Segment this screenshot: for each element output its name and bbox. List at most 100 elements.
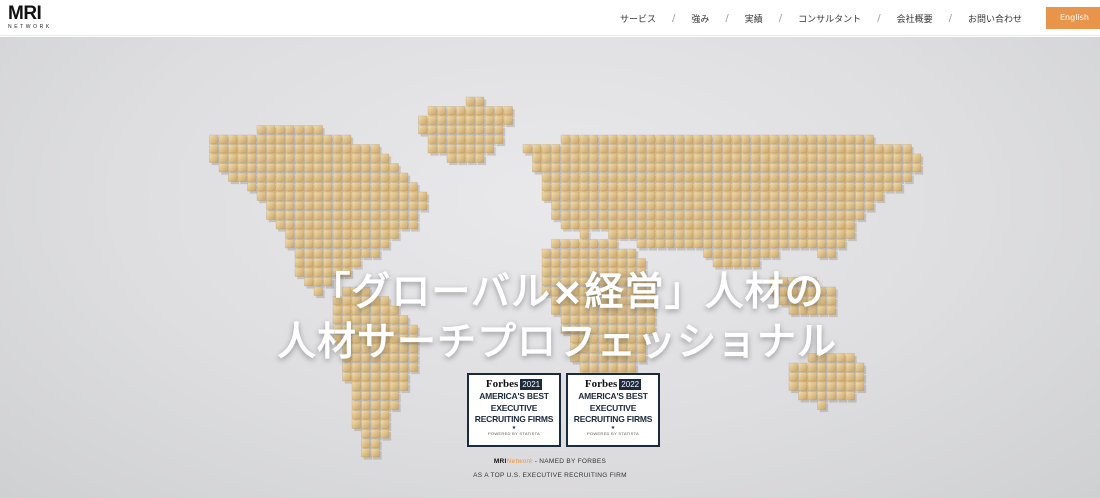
map-tile bbox=[456, 134, 466, 144]
map-tile bbox=[285, 239, 295, 249]
map-tile bbox=[750, 201, 760, 211]
map-tile bbox=[380, 182, 390, 192]
map-tile bbox=[418, 125, 428, 135]
map-tile bbox=[769, 144, 779, 154]
nav-item-services[interactable]: サービス bbox=[620, 12, 656, 25]
map-tile bbox=[741, 144, 751, 154]
map-tile bbox=[712, 201, 722, 211]
map-tile bbox=[722, 229, 732, 239]
map-tile bbox=[332, 220, 342, 230]
map-tile bbox=[817, 229, 827, 239]
map-tile bbox=[589, 239, 599, 249]
map-tile bbox=[646, 201, 656, 211]
map-tile bbox=[399, 191, 409, 201]
map-tile bbox=[703, 144, 713, 154]
map-tile bbox=[826, 210, 836, 220]
map-tile bbox=[627, 201, 637, 211]
map-tile bbox=[788, 372, 798, 382]
map-tile bbox=[836, 134, 846, 144]
map-tile bbox=[370, 163, 380, 173]
map-tile bbox=[798, 210, 808, 220]
map-tile bbox=[836, 229, 846, 239]
nav-item-consultants[interactable]: コンサルタント bbox=[798, 12, 861, 25]
map-tile bbox=[608, 144, 618, 154]
map-tile bbox=[807, 210, 817, 220]
nav-item-contact[interactable]: お問い合わせ bbox=[968, 12, 1022, 25]
map-tile bbox=[617, 134, 627, 144]
map-tile bbox=[817, 163, 827, 173]
english-language-button[interactable]: English bbox=[1046, 7, 1100, 29]
map-tile bbox=[456, 144, 466, 154]
map-tile bbox=[731, 210, 741, 220]
map-tile bbox=[389, 172, 399, 182]
map-tile bbox=[817, 191, 827, 201]
nav-item-company[interactable]: 会社概要 bbox=[897, 12, 933, 25]
map-tile bbox=[712, 163, 722, 173]
map-tile bbox=[579, 201, 589, 211]
map-tile bbox=[294, 134, 304, 144]
map-tile bbox=[760, 220, 770, 230]
map-tile bbox=[712, 248, 722, 258]
map-tile bbox=[266, 134, 276, 144]
map-tile bbox=[342, 163, 352, 173]
map-tile bbox=[646, 134, 656, 144]
map-tile bbox=[275, 210, 285, 220]
map-tile bbox=[370, 448, 380, 458]
map-tile bbox=[684, 191, 694, 201]
map-tile bbox=[655, 163, 665, 173]
map-tile bbox=[731, 229, 741, 239]
mri-network-logo[interactable]: MRI NETWORK bbox=[8, 4, 68, 32]
map-tile bbox=[342, 372, 352, 382]
map-tile bbox=[646, 172, 656, 182]
map-tile bbox=[361, 153, 371, 163]
map-tile bbox=[769, 229, 779, 239]
map-tile bbox=[465, 134, 475, 144]
map-tile bbox=[731, 144, 741, 154]
map-tile bbox=[228, 144, 238, 154]
map-tile bbox=[389, 391, 399, 401]
map-tile bbox=[750, 239, 760, 249]
map-tile bbox=[370, 153, 380, 163]
map-tile bbox=[408, 210, 418, 220]
map-tile bbox=[598, 248, 608, 258]
nav-item-strengths[interactable]: 強み bbox=[691, 12, 709, 25]
map-tile bbox=[703, 153, 713, 163]
map-tile bbox=[836, 372, 846, 382]
map-tile bbox=[570, 220, 580, 230]
map-tile bbox=[294, 239, 304, 249]
map-tile bbox=[437, 125, 447, 135]
map-tile bbox=[779, 239, 789, 249]
map-tile bbox=[285, 182, 295, 192]
map-tile bbox=[389, 400, 399, 410]
map-tile bbox=[608, 229, 618, 239]
map-tile bbox=[285, 125, 295, 135]
map-tile bbox=[351, 381, 361, 391]
map-tile bbox=[361, 229, 371, 239]
map-tile bbox=[294, 125, 304, 135]
map-tile bbox=[541, 144, 551, 154]
map-tile bbox=[380, 201, 390, 211]
map-tile bbox=[560, 182, 570, 192]
map-tile bbox=[589, 153, 599, 163]
map-tile bbox=[665, 172, 675, 182]
badge-brand: Forbes bbox=[584, 378, 618, 390]
nav-item-results[interactable]: 実績 bbox=[745, 12, 763, 25]
map-tile bbox=[275, 172, 285, 182]
map-tile bbox=[589, 182, 599, 192]
map-tile bbox=[883, 153, 893, 163]
map-tile bbox=[788, 182, 798, 192]
map-tile bbox=[617, 144, 627, 154]
map-tile bbox=[684, 134, 694, 144]
map-tile bbox=[332, 239, 342, 249]
map-tile bbox=[855, 153, 865, 163]
map-tile bbox=[807, 220, 817, 230]
map-tile bbox=[579, 163, 589, 173]
map-tile bbox=[218, 144, 228, 154]
map-tile bbox=[361, 448, 371, 458]
map-tile bbox=[760, 191, 770, 201]
map-tile bbox=[912, 163, 922, 173]
map-tile bbox=[788, 229, 798, 239]
map-tile bbox=[304, 229, 314, 239]
map-tile bbox=[693, 239, 703, 249]
map-tile bbox=[294, 229, 304, 239]
